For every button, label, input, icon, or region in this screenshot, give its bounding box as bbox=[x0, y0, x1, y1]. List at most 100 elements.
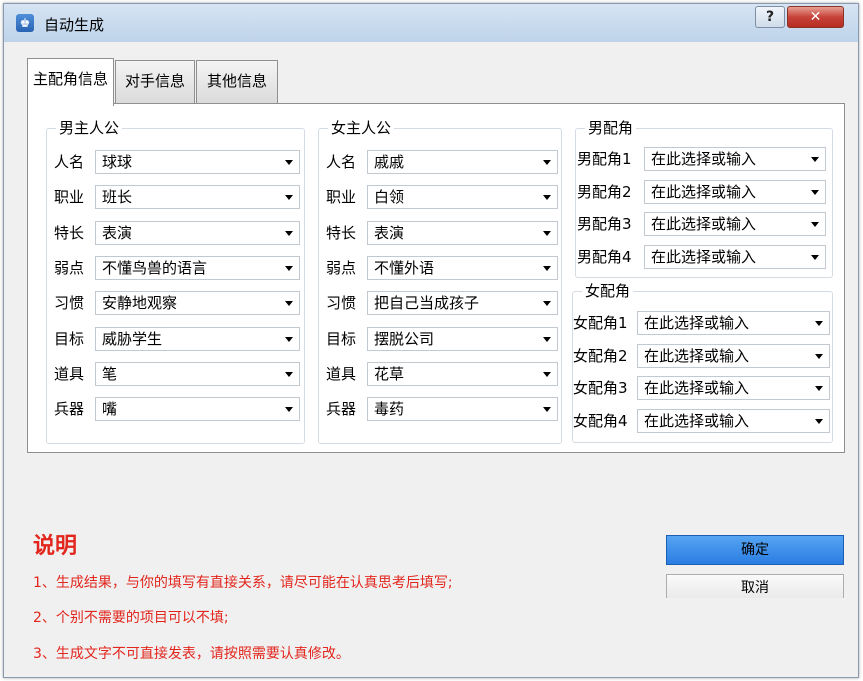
chevron-down-icon[interactable] bbox=[543, 336, 551, 342]
ok-button[interactable]: 确定 bbox=[666, 535, 844, 565]
chevron-down-icon[interactable] bbox=[285, 230, 293, 236]
male-lead-combo-6[interactable]: 威胁学生 bbox=[95, 326, 300, 351]
female-support-value-1: 在此选择或输入 bbox=[644, 314, 750, 332]
male-lead-combo-7[interactable]: 笔 bbox=[95, 361, 300, 386]
male-lead-value-8: 嘴 bbox=[102, 400, 118, 419]
male-support-title: 男配角 bbox=[585, 118, 637, 138]
chevron-down-icon[interactable] bbox=[811, 157, 819, 162]
tab-opponents[interactable]: 对手信息 bbox=[115, 60, 195, 104]
female-lead-value-8: 毒药 bbox=[374, 400, 405, 419]
male-support-label-3: 男配角3 bbox=[577, 215, 632, 233]
chevron-down-icon[interactable] bbox=[285, 195, 293, 201]
tab-main-characters[interactable]: 主配角信息 bbox=[27, 58, 114, 106]
female-lead-label-4: 弱点 bbox=[326, 258, 357, 277]
female-lead-label-5: 习惯 bbox=[326, 294, 357, 313]
male-support-group: 男配角 男配角1 在此选择或输入 男配角2 在此选择或输入 男配角3 在此选择或输入 男配角… bbox=[575, 118, 833, 278]
male-lead-combo-8[interactable]: 嘴 bbox=[95, 397, 300, 422]
app-icon: ♚ bbox=[16, 14, 34, 32]
female-lead-combo-5[interactable]: 把自己当成孩子 bbox=[367, 291, 558, 316]
female-lead-value-7: 花草 bbox=[374, 364, 405, 383]
male-lead-value-1: 球球 bbox=[102, 153, 133, 171]
female-lead-combo-4[interactable]: 不懂外语 bbox=[367, 255, 558, 280]
male-support-value-2: 在此选择或输入 bbox=[651, 182, 757, 201]
note-item-2: 2、个别不需要的项目可以不填; bbox=[33, 610, 229, 626]
male-support-combo-4[interactable]: 在此选择或输入 bbox=[644, 244, 826, 269]
male-support-label-1: 男配角1 bbox=[577, 150, 632, 168]
female-support-combo-3[interactable]: 在此选择或输入 bbox=[637, 376, 830, 400]
chevron-down-icon[interactable] bbox=[285, 407, 293, 413]
female-lead-label-7: 道具 bbox=[326, 364, 357, 383]
chevron-down-icon[interactable] bbox=[285, 371, 293, 377]
female-lead-combo-3[interactable]: 表演 bbox=[367, 220, 558, 245]
male-lead-combo-2[interactable]: 班长 bbox=[95, 185, 300, 210]
male-lead-label-5: 习惯 bbox=[54, 294, 85, 313]
chevron-down-icon[interactable] bbox=[815, 353, 823, 359]
female-support-combo-2[interactable]: 在此选择或输入 bbox=[637, 343, 830, 368]
title-bar[interactable]: ♚ 自动生成 ? ✕ bbox=[4, 4, 858, 42]
chevron-down-icon[interactable] bbox=[543, 407, 551, 413]
tab-other-info[interactable]: 其他信息 bbox=[196, 60, 278, 104]
male-lead-label-1: 人名 bbox=[54, 153, 85, 171]
chevron-down-icon[interactable] bbox=[543, 301, 551, 307]
male-lead-value-4: 不懂鸟兽的语言 bbox=[102, 258, 208, 277]
chevron-down-icon[interactable] bbox=[811, 222, 819, 227]
female-support-value-4: 在此选择或输入 bbox=[644, 411, 750, 430]
female-lead-label-6: 目标 bbox=[326, 329, 357, 348]
close-button[interactable]: ✕ bbox=[787, 6, 844, 28]
male-lead-label-3: 特长 bbox=[54, 223, 85, 242]
male-lead-value-2: 班长 bbox=[102, 188, 133, 207]
chevron-down-icon[interactable] bbox=[543, 230, 551, 236]
chevron-down-icon[interactable] bbox=[543, 160, 551, 165]
female-lead-value-4: 不懂外语 bbox=[374, 258, 435, 277]
chevron-down-icon[interactable] bbox=[285, 265, 293, 271]
female-lead-combo-1[interactable]: 戚戚 bbox=[367, 150, 558, 174]
female-support-value-3: 在此选择或输入 bbox=[644, 379, 750, 397]
male-lead-value-7: 笔 bbox=[102, 364, 118, 383]
chevron-down-icon[interactable] bbox=[543, 371, 551, 377]
male-lead-label-7: 道具 bbox=[54, 364, 85, 383]
male-support-combo-1[interactable]: 在此选择或输入 bbox=[644, 147, 826, 171]
male-support-combo-2[interactable]: 在此选择或输入 bbox=[644, 179, 826, 204]
male-support-label-4: 男配角4 bbox=[577, 247, 632, 266]
male-lead-label-6: 目标 bbox=[54, 329, 85, 348]
chevron-down-icon[interactable] bbox=[815, 321, 823, 326]
cancel-button[interactable]: 取消 bbox=[666, 574, 844, 598]
chevron-down-icon[interactable] bbox=[815, 418, 823, 424]
female-lead-label-3: 特长 bbox=[326, 223, 357, 242]
tab-panel: 男主人公 人名 球球 职业 班长 特长 表演 弱点 不懂鸟兽的语言 习惯 安静地观察 目标 威胁学生道… bbox=[27, 103, 845, 453]
female-lead-combo-7[interactable]: 花草 bbox=[367, 361, 558, 386]
female-lead-label-1: 人名 bbox=[326, 153, 357, 171]
chevron-down-icon[interactable] bbox=[811, 254, 819, 260]
chevron-down-icon[interactable] bbox=[285, 336, 293, 342]
female-support-title: 女配角 bbox=[582, 281, 634, 301]
male-lead-label-8: 兵器 bbox=[54, 400, 85, 419]
male-lead-combo-1[interactable]: 球球 bbox=[95, 150, 300, 174]
male-lead-combo-4[interactable]: 不懂鸟兽的语言 bbox=[95, 255, 300, 280]
male-lead-combo-5[interactable]: 安静地观察 bbox=[95, 291, 300, 316]
female-lead-combo-2[interactable]: 白领 bbox=[367, 185, 558, 210]
chevron-down-icon[interactable] bbox=[543, 265, 551, 271]
female-support-label-4: 女配角4 bbox=[573, 411, 628, 430]
chevron-down-icon[interactable] bbox=[543, 195, 551, 201]
female-lead-value-6: 摆脱公司 bbox=[374, 329, 435, 348]
chevron-down-icon[interactable] bbox=[285, 160, 293, 165]
male-lead-group: 男主人公 人名 球球 职业 班长 特长 表演 弱点 不懂鸟兽的语言 习惯 安静地观察 目标 威胁学生道… bbox=[46, 118, 305, 444]
help-button[interactable]: ? bbox=[755, 6, 785, 28]
male-lead-combo-3[interactable]: 表演 bbox=[95, 220, 300, 245]
male-support-value-3: 在此选择或输入 bbox=[651, 215, 757, 233]
female-support-label-1: 女配角1 bbox=[573, 314, 628, 332]
female-support-combo-1[interactable]: 在此选择或输入 bbox=[637, 311, 830, 335]
note-item-1: 1、生成结果，与你的填写有直接关系，请尽可能在认真思考后填写; bbox=[33, 575, 453, 591]
chevron-down-icon[interactable] bbox=[815, 386, 823, 391]
male-support-combo-3[interactable]: 在此选择或输入 bbox=[644, 212, 826, 236]
chevron-down-icon[interactable] bbox=[285, 301, 293, 307]
female-lead-combo-6[interactable]: 摆脱公司 bbox=[367, 326, 558, 351]
female-lead-title: 女主人公 bbox=[328, 118, 395, 138]
female-lead-value-3: 表演 bbox=[374, 223, 405, 242]
female-lead-combo-8[interactable]: 毒药 bbox=[367, 397, 558, 422]
chevron-down-icon[interactable] bbox=[811, 189, 819, 195]
female-support-combo-4[interactable]: 在此选择或输入 bbox=[637, 408, 830, 433]
male-lead-label-2: 职业 bbox=[54, 188, 85, 207]
male-lead-value-6: 威胁学生 bbox=[102, 329, 163, 348]
male-support-value-4: 在此选择或输入 bbox=[651, 247, 757, 266]
